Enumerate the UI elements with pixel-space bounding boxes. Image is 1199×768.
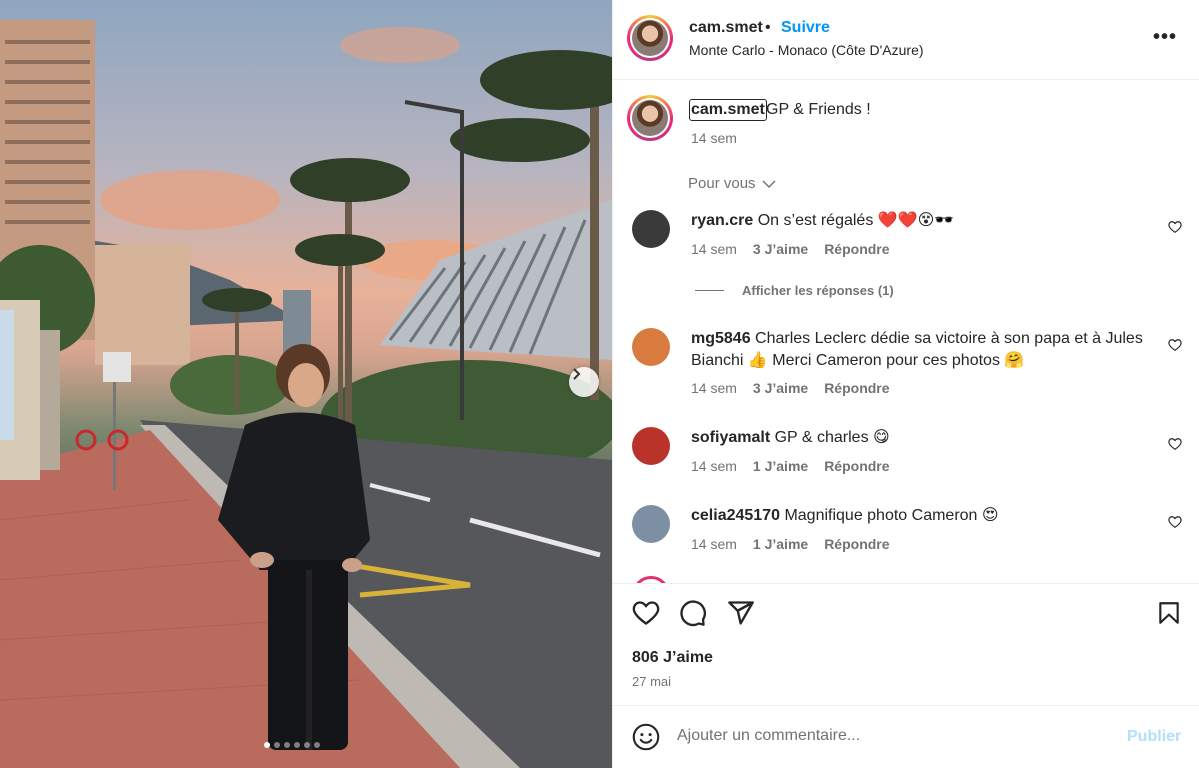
comment-text: GP & charles 😋 (774, 429, 890, 446)
post-photo[interactable] (0, 0, 612, 768)
share-send-icon[interactable] (727, 599, 755, 627)
caption-username[interactable]: cam.smet (689, 99, 767, 121)
comment-likes[interactable]: 1 J’aime (753, 536, 808, 552)
comment-time[interactable]: 14 sem (691, 380, 737, 396)
comment-input[interactable] (677, 722, 1097, 750)
separator-dot: • (765, 19, 771, 36)
comment-likes[interactable]: 3 J’aime (753, 380, 808, 396)
post-detail-panel: cam.smet • Suivre Monte Carlo - Monaco (… (612, 0, 1199, 768)
caption-text: GP & Friends ! (766, 101, 871, 118)
author-avatar[interactable] (627, 15, 673, 61)
chevron-right-icon (573, 368, 581, 380)
comment-time[interactable]: 14 sem (691, 241, 737, 257)
carousel-dots (264, 742, 320, 748)
carousel-dot (284, 742, 290, 748)
commenter-avatar[interactable] (632, 328, 670, 366)
comment-bubble-icon[interactable] (679, 599, 707, 627)
chevron-down-icon (762, 179, 776, 188)
comment-meta: 14 sem 3 J’aime Répondre (691, 380, 890, 396)
carousel-dot (304, 742, 310, 748)
comment-meta: 14 sem 3 J’aime Répondre (691, 241, 890, 257)
commenter-username[interactable]: mg5846 (691, 330, 751, 347)
reply-button[interactable]: Répondre (824, 241, 889, 257)
comment-body: sofiyamalt GP & charles 😋 (691, 427, 1151, 449)
carousel-dot (264, 742, 270, 748)
comment-body: mg5846 Charles Leclerc dédie sa victoire… (691, 328, 1151, 372)
post-header: cam.smet • Suivre Monte Carlo - Monaco (… (613, 0, 1199, 80)
comment-likes[interactable]: 3 J’aime (753, 241, 808, 257)
carousel-dot (314, 742, 320, 748)
sort-label: Pour vous (688, 175, 756, 192)
comment-text: Charles Leclerc dédie sa victoire à son … (691, 330, 1143, 369)
author-username[interactable]: cam.smet (689, 19, 763, 37)
post-date[interactable]: 27 mai (632, 674, 671, 689)
comment-meta: 14 sem 1 J’aime Répondre (691, 536, 890, 552)
commenter-username[interactable]: ryan.cre (691, 212, 753, 229)
follow-button[interactable]: Suivre (781, 19, 830, 37)
commenter-username[interactable]: celia245170 (691, 507, 780, 524)
comment-likes[interactable]: 1 J’aime (753, 458, 808, 474)
view-replies-label: Afficher les réponses (1) (742, 283, 894, 298)
comments-sort-dropdown[interactable]: Pour vous (688, 175, 776, 192)
like-heart-icon[interactable] (632, 599, 660, 627)
commenter-avatar[interactable] (632, 210, 670, 248)
view-replies-button[interactable]: Afficher les réponses (1) (695, 283, 894, 298)
publish-button[interactable]: Publier (1127, 728, 1181, 746)
caption-avatar[interactable] (627, 95, 673, 141)
comment-meta: 14 sem 1 J’aime Répondre (691, 458, 890, 474)
heart-icon[interactable] (1168, 515, 1182, 529)
carousel-next-button[interactable] (569, 367, 599, 397)
post-location[interactable]: Monte Carlo - Monaco (Côte D'Azure) (689, 42, 924, 58)
post-actions: 806 J’aime 27 mai (613, 583, 1199, 705)
bookmark-save-icon[interactable] (1156, 599, 1182, 627)
comment-time[interactable]: 14 sem (691, 458, 737, 474)
add-comment-bar: Publier (613, 705, 1199, 768)
photo-scene (0, 20, 612, 768)
heart-icon[interactable] (1168, 220, 1182, 234)
reply-button[interactable]: Répondre (824, 458, 889, 474)
replies-divider (695, 290, 724, 291)
comment-text: Magnifique photo Cameron 😍 (784, 507, 999, 524)
carousel-dot (274, 742, 280, 748)
reply-button[interactable]: Répondre (824, 380, 889, 396)
comment-body: ryan.cre On s’est régalés ❤️❤️😵🕶️ (691, 210, 1151, 232)
caption-time[interactable]: 14 sem (691, 130, 737, 146)
reply-button[interactable]: Répondre (824, 536, 889, 552)
more-options-icon[interactable]: ••• (1153, 26, 1177, 49)
commenter-avatar[interactable] (632, 427, 670, 465)
heart-icon[interactable] (1168, 338, 1182, 352)
carousel-dot (294, 742, 300, 748)
comment-text: On s’est régalés ❤️❤️😵🕶️ (757, 212, 955, 229)
comment-time[interactable]: 14 sem (691, 536, 737, 552)
commenter-username[interactable]: sofiyamalt (691, 429, 770, 446)
emoji-smile-icon[interactable] (632, 723, 660, 751)
commenter-avatar[interactable] (632, 505, 670, 543)
heart-icon[interactable] (1168, 437, 1182, 451)
comment-body: celia245170 Magnifique photo Cameron 😍 (691, 505, 1151, 527)
likes-count[interactable]: 806 J’aime (632, 649, 713, 667)
